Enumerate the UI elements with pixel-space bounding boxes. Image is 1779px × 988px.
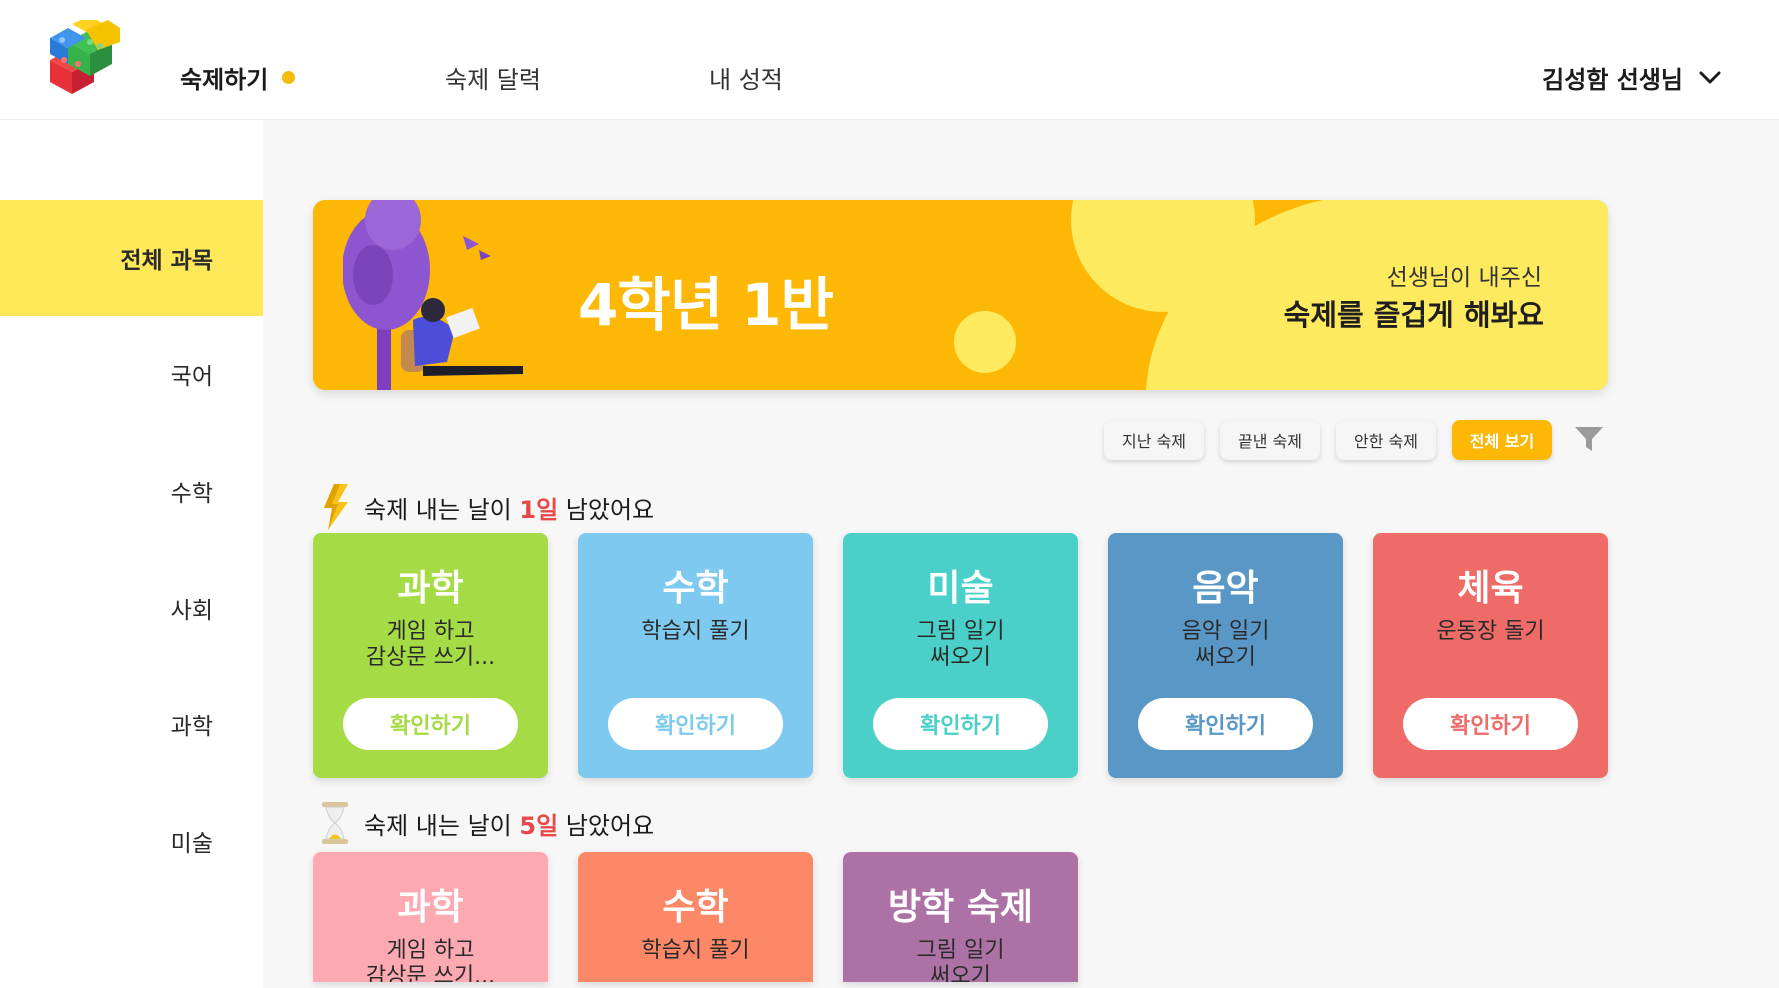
card-subject: 미술 bbox=[927, 568, 994, 609]
class-name: 4학년 1반 bbox=[578, 271, 834, 339]
homework-card: 과학 게임 하고 감상문 쓰기... bbox=[313, 852, 548, 982]
homework-card: 미술 그림 일기 써오기 확인하기 bbox=[843, 533, 1078, 778]
sidebar-item-social[interactable]: 사회 bbox=[0, 550, 263, 666]
card-description: 게임 하고 감상문 쓰기... bbox=[365, 938, 496, 982]
section-header-5day: 숙제 내는 날이 5일 남았어요 bbox=[320, 800, 654, 846]
reading-student-illustration bbox=[343, 200, 523, 390]
card-subject: 방학 숙제 bbox=[887, 887, 1033, 928]
card-description: 학습지 풀기 bbox=[641, 619, 750, 644]
card-description: 운동장 돌기 bbox=[1436, 619, 1545, 644]
banner-subtitle: 선생님이 내주신 bbox=[1386, 265, 1542, 291]
top-header: 숙제하기 숙제 달력 내 성적 김성함 선생님 bbox=[0, 0, 1779, 120]
section-header-1day: 숙제 내는 날이 1일 남았어요 bbox=[320, 484, 654, 530]
card-subject: 과학 bbox=[397, 568, 464, 609]
confirm-button[interactable]: 확인하기 bbox=[1138, 698, 1313, 750]
filter-done-button[interactable]: 끝낸 숙제 bbox=[1220, 420, 1320, 460]
card-subject: 체육 bbox=[1457, 568, 1524, 609]
chevron-down-icon bbox=[1699, 71, 1721, 83]
filter-past-button[interactable]: 지난 숙제 bbox=[1104, 420, 1204, 460]
homework-card: 과학 게임 하고 감상문 쓰기... 확인하기 bbox=[313, 533, 548, 778]
days-left: 5일 bbox=[519, 811, 559, 840]
card-description: 음악 일기 써오기 bbox=[1181, 619, 1270, 670]
card-description: 학습지 풀기 bbox=[641, 938, 750, 963]
sidebar-item-all[interactable]: 전체 과목 bbox=[0, 200, 263, 316]
confirm-button[interactable]: 확인하기 bbox=[608, 698, 783, 750]
card-subject: 과학 bbox=[397, 887, 464, 928]
banner-headline: 숙제를 즐겁게 해봐요 bbox=[1283, 298, 1544, 332]
sidebar-item-korean[interactable]: 국어 bbox=[0, 316, 263, 432]
homework-card: 체육 운동장 돌기 확인하기 bbox=[1373, 533, 1608, 778]
nav-calendar[interactable]: 숙제 달력 bbox=[445, 60, 541, 95]
class-banner: 4학년 1반 선생님이 내주신 숙제를 즐겁게 해봐요 bbox=[313, 200, 1608, 390]
sidebar-item-science[interactable]: 과학 bbox=[0, 666, 263, 782]
filter-bar: 지난 숙제 끝낸 숙제 안한 숙제 전체 보기 bbox=[0, 420, 1779, 460]
card-description: 게임 하고 감상문 쓰기... bbox=[365, 619, 496, 670]
card-subject: 음악 bbox=[1192, 568, 1259, 609]
card-description: 그림 일기 써오기 bbox=[916, 619, 1005, 670]
user-name: 김성함 선생님 bbox=[1542, 66, 1683, 94]
sidebar: 전체 과목 국어 수학 사회 과학 미술 bbox=[0, 120, 263, 988]
section-suffix: 남았어요 bbox=[558, 495, 655, 524]
filter-all-button[interactable]: 전체 보기 bbox=[1452, 420, 1552, 460]
lego-logo-icon[interactable] bbox=[42, 20, 120, 98]
homework-card: 방학 숙제 그림 일기 써오기 bbox=[843, 852, 1078, 982]
card-subject: 수학 bbox=[662, 887, 729, 928]
hourglass-icon bbox=[322, 802, 348, 844]
lightning-icon bbox=[324, 484, 348, 530]
section-prefix: 숙제 내는 날이 bbox=[364, 495, 520, 524]
homework-card: 수학 학습지 풀기 bbox=[578, 852, 813, 982]
card-subject: 수학 bbox=[662, 568, 729, 609]
user-menu[interactable]: 김성함 선생님 bbox=[1542, 60, 1721, 95]
nav-homework[interactable]: 숙제하기 bbox=[180, 60, 268, 95]
confirm-button[interactable]: 확인하기 bbox=[1403, 698, 1578, 750]
days-left: 1일 bbox=[519, 495, 559, 524]
card-description: 그림 일기 써오기 bbox=[916, 938, 1005, 982]
homework-card: 수학 학습지 풀기 확인하기 bbox=[578, 533, 813, 778]
confirm-button[interactable]: 확인하기 bbox=[343, 698, 518, 750]
confirm-button[interactable]: 확인하기 bbox=[873, 698, 1048, 750]
filter-todo-button[interactable]: 안한 숙제 bbox=[1336, 420, 1436, 460]
sidebar-item-art[interactable]: 미술 bbox=[0, 783, 263, 899]
active-dot bbox=[282, 71, 295, 84]
homework-card: 음악 음악 일기 써오기 확인하기 bbox=[1108, 533, 1343, 778]
section-prefix: 숙제 내는 날이 bbox=[364, 811, 520, 840]
filter-icon[interactable] bbox=[1574, 425, 1604, 453]
nav-grades[interactable]: 내 성적 bbox=[709, 60, 783, 95]
section-suffix: 남았어요 bbox=[558, 811, 655, 840]
